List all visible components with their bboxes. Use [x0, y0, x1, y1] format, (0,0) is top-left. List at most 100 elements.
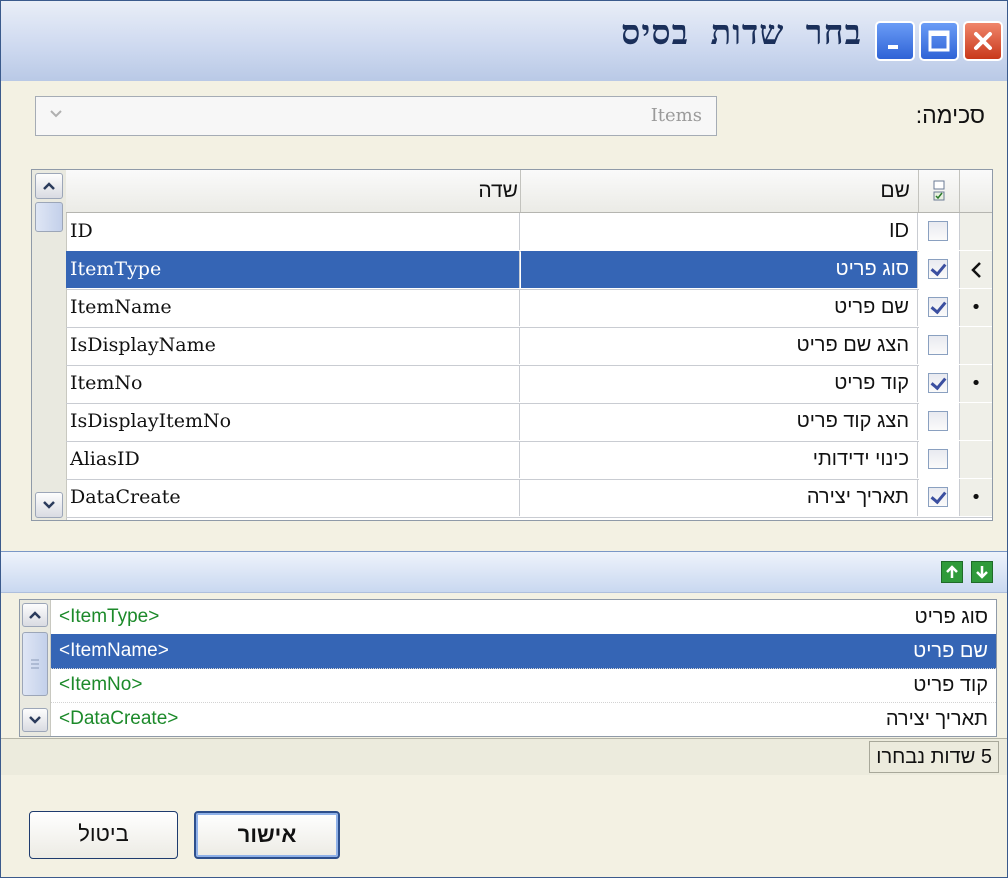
- grid-row[interactable]: DataCreate תאריך יצירה •: [66, 479, 992, 518]
- include-checkbox[interactable]: [928, 411, 948, 431]
- list-scroll-down-button[interactable]: [22, 708, 48, 732]
- chevron-up-icon: [43, 182, 55, 190]
- arrow-up-icon: [946, 565, 958, 578]
- schema-dropdown[interactable]: Items: [35, 96, 717, 136]
- grid-row[interactable]: ItemType סוג פריט: [66, 251, 992, 290]
- checkbox-cell: [919, 365, 960, 402]
- row-indicator[interactable]: [960, 213, 992, 250]
- checkbox-cell: [919, 403, 960, 440]
- move-up-button[interactable]: [941, 561, 963, 583]
- name-cell[interactable]: תאריך יצירה: [521, 479, 918, 516]
- list-item[interactable]: <DataCreate> תאריך יצירה: [51, 702, 996, 736]
- checkbox-cell: [919, 327, 960, 364]
- name-cell[interactable]: קוד פריט: [521, 365, 918, 402]
- include-checkbox[interactable]: [928, 373, 948, 393]
- row-indicator[interactable]: •: [960, 365, 992, 402]
- arrow-down-icon: [976, 566, 988, 579]
- field-cell[interactable]: AliasID: [66, 441, 520, 478]
- name-cell[interactable]: ID: [521, 213, 918, 250]
- list-item-name: סוג פריט: [914, 606, 988, 628]
- list-item[interactable]: <ItemName> שם פריט: [51, 634, 996, 669]
- checkbox-cell: [919, 251, 960, 288]
- ok-button[interactable]: אישור: [194, 811, 340, 859]
- grid-row[interactable]: AliasID כינוי ידידותי: [66, 441, 992, 480]
- row-indicator[interactable]: •: [960, 289, 992, 326]
- checkbox-cell: [919, 479, 960, 516]
- selected-fields-toolbar: [1, 551, 1007, 593]
- name-cell[interactable]: שם פריט: [521, 289, 918, 326]
- list-item[interactable]: <ItemNo> קוד פריט: [51, 668, 996, 703]
- scroll-down-button[interactable]: [35, 492, 63, 518]
- selected-fields-list: <ItemType> סוג פריט <ItemName> שם פריט <Item…: [19, 599, 997, 737]
- name-cell[interactable]: הצג קוד פריט: [521, 403, 918, 440]
- grid-row[interactable]: IsDisplayName הצג שם פריט: [66, 327, 992, 366]
- field-cell[interactable]: IsDisplayName: [66, 327, 520, 364]
- schema-value: Items: [650, 105, 702, 126]
- grid-row[interactable]: ItemNo קוד פריט •: [66, 365, 992, 404]
- list-item-name: קוד פריט: [913, 674, 988, 696]
- include-checkbox[interactable]: [928, 221, 948, 241]
- grid-header: שדה שם: [66, 170, 992, 213]
- name-cell[interactable]: הצג שם פריט: [521, 327, 918, 364]
- window-title: בחר שדות בסיס: [621, 13, 862, 53]
- grid-row[interactable]: ID ID: [66, 213, 992, 252]
- select-all-icon[interactable]: [931, 180, 947, 206]
- chevron-up-icon: [29, 611, 41, 619]
- maximize-icon: [921, 23, 957, 59]
- name-cell[interactable]: סוג פריט: [521, 251, 918, 288]
- field-cell[interactable]: ItemName: [66, 289, 520, 326]
- checkbox-cell: [919, 289, 960, 326]
- schema-label: סכימה:: [915, 102, 985, 128]
- list-item-field: <ItemType>: [59, 606, 160, 627]
- cancel-button[interactable]: ביטול: [29, 811, 178, 859]
- field-cell[interactable]: IsDisplayItemNo: [66, 403, 520, 440]
- close-button[interactable]: [963, 21, 1003, 61]
- row-indicator[interactable]: •: [960, 479, 992, 516]
- include-checkbox[interactable]: [928, 449, 948, 469]
- list-item-field: <ItemNo>: [59, 674, 143, 695]
- include-checkbox[interactable]: [928, 335, 948, 355]
- field-cell[interactable]: ItemType: [66, 251, 520, 288]
- field-cell[interactable]: ItemNo: [66, 365, 520, 402]
- status-bar: 5 שדות נבחרו: [1, 738, 1007, 775]
- list-item[interactable]: <ItemType> סוג פריט: [51, 600, 996, 635]
- column-header-name[interactable]: שם: [880, 170, 910, 212]
- grid-scrollbar[interactable]: [32, 170, 67, 520]
- maximize-button[interactable]: [919, 21, 959, 61]
- list-item-field: <ItemName>: [59, 640, 169, 661]
- scroll-up-button[interactable]: [35, 173, 63, 199]
- scroll-thumb[interactable]: [35, 202, 63, 232]
- checkbox-cell: [919, 213, 960, 250]
- list-scroll-up-button[interactable]: [22, 603, 48, 627]
- grid-row[interactable]: ItemName שם פריט •: [66, 289, 992, 328]
- fields-grid: שדה שם ID ID ItemType סוג פריט ItemName שם פר…: [31, 169, 993, 521]
- list-item-field: <DataCreate>: [59, 708, 179, 729]
- selected-count-label: 5 שדות נבחרו: [869, 741, 999, 773]
- list-scroll-thumb[interactable]: [22, 632, 48, 696]
- minimize-icon: [877, 23, 913, 59]
- title-bar[interactable]: בחר שדות בסיס: [1, 1, 1007, 81]
- include-checkbox[interactable]: [928, 487, 948, 507]
- list-item-name: תאריך יצירה: [885, 708, 988, 730]
- chevron-down-icon: [29, 716, 41, 724]
- list-item-name: שם פריט: [913, 640, 988, 662]
- move-down-button[interactable]: [971, 561, 993, 583]
- minimize-button[interactable]: [875, 21, 915, 61]
- row-indicator[interactable]: [960, 403, 992, 440]
- name-cell[interactable]: כינוי ידידותי: [521, 441, 918, 478]
- current-row-indicator-icon[interactable]: [960, 251, 992, 288]
- grid-row[interactable]: IsDisplayItemNo הצג קוד פריט: [66, 403, 992, 442]
- include-checkbox[interactable]: [928, 259, 948, 279]
- list-scrollbar[interactable]: [20, 600, 51, 736]
- row-indicator[interactable]: [960, 327, 992, 364]
- include-checkbox[interactable]: [928, 297, 948, 317]
- close-icon: [965, 23, 1001, 59]
- dialog-window: בחר שדות בסיס סכימה: Items שדה שם ID ID …: [0, 0, 1008, 878]
- row-indicator[interactable]: [960, 441, 992, 478]
- chevron-down-icon[interactable]: [48, 105, 64, 125]
- field-cell[interactable]: DataCreate: [66, 479, 520, 516]
- chevron-down-icon: [43, 501, 55, 509]
- column-header-field[interactable]: שדה: [478, 170, 518, 212]
- checkbox-cell: [919, 441, 960, 478]
- field-cell[interactable]: ID: [66, 213, 520, 250]
